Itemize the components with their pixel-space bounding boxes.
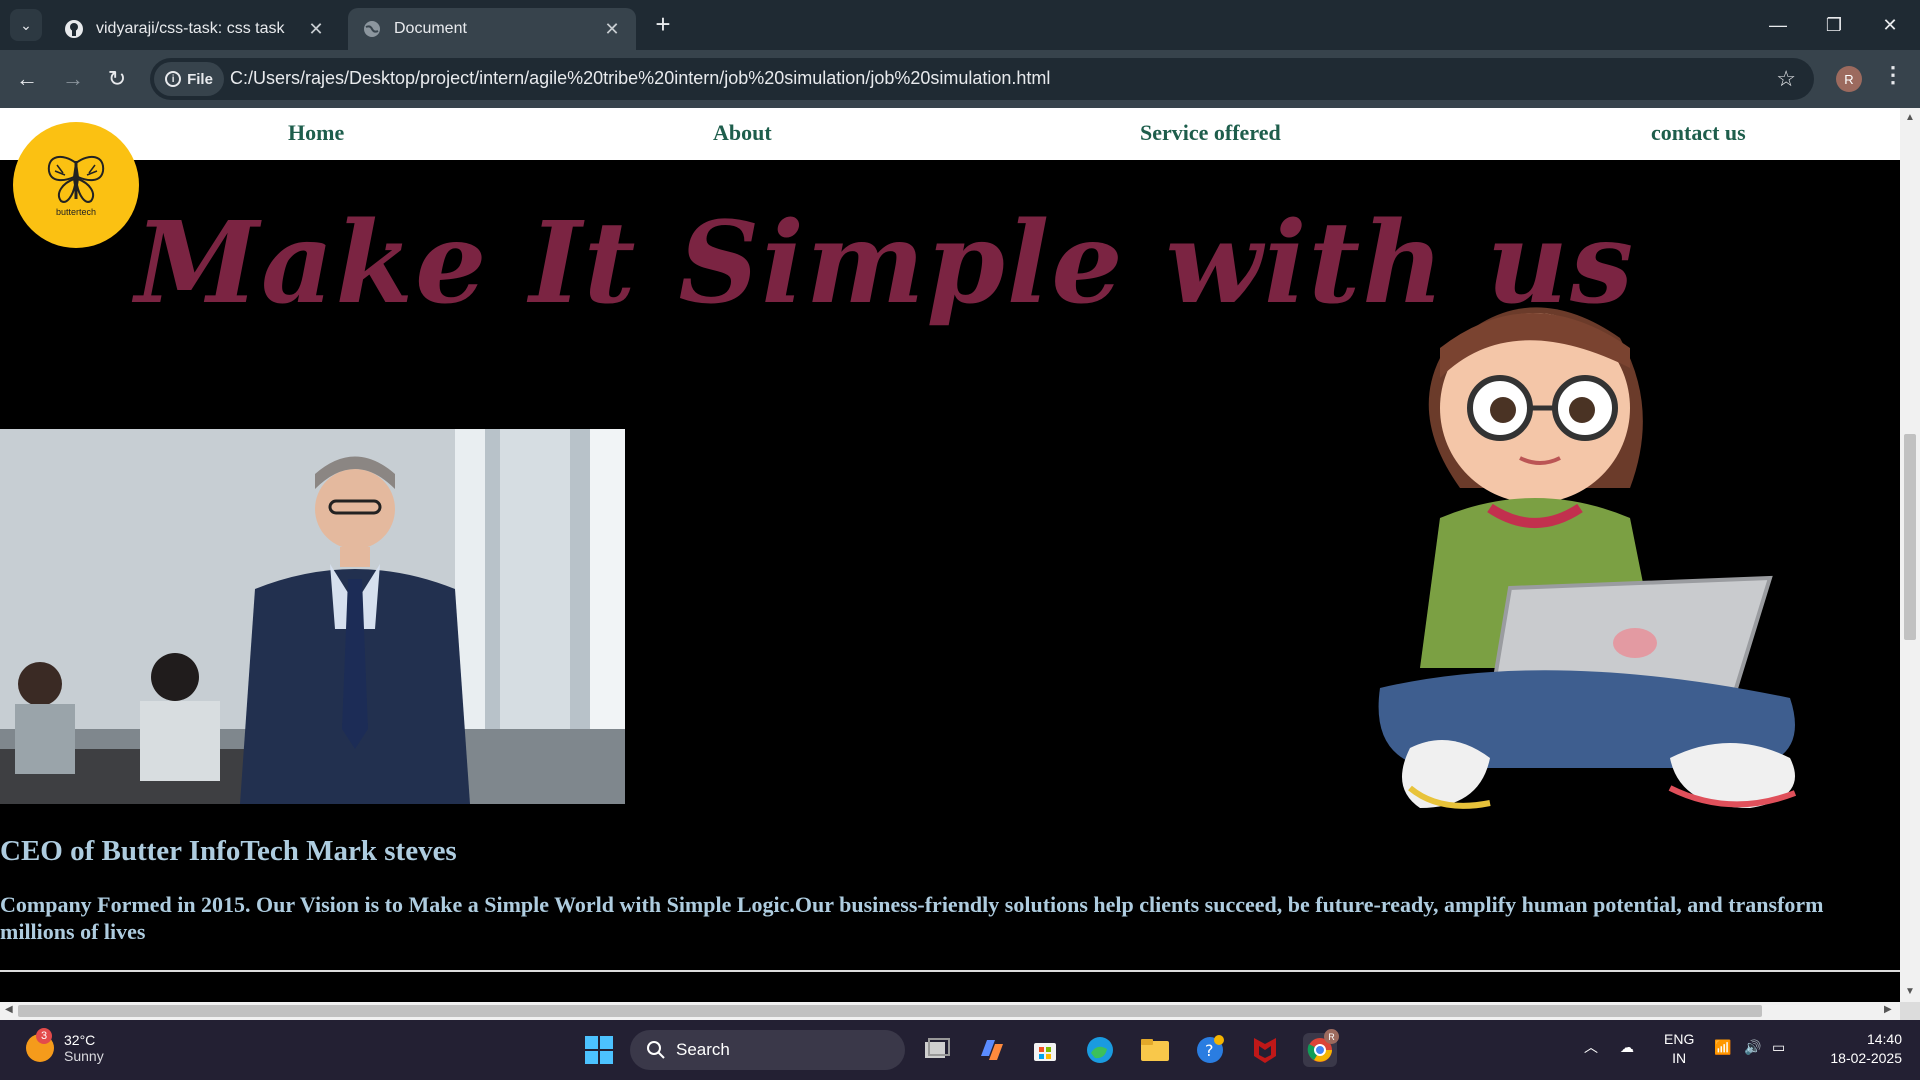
butterfly-logo: buttertech — [13, 122, 139, 248]
horizontal-scrollbar[interactable]: ◀ ▶ — [0, 1002, 1900, 1020]
vertical-scrollbar[interactable]: ▲ ▼ — [1900, 108, 1920, 1002]
vertical-scroll-thumb[interactable] — [1904, 434, 1916, 640]
windows-taskbar: 3 32°C Sunny Search ? R ︿ ☁ ENG IN 📶 🔊 ▭… — [0, 1020, 1920, 1080]
profile-avatar[interactable]: R — [1836, 66, 1862, 92]
nav-contact-link[interactable]: contact us — [1651, 120, 1746, 146]
language-indicator[interactable]: ENG IN — [1664, 1030, 1694, 1068]
chevron-up-icon[interactable]: ︿ — [1584, 1038, 1598, 1057]
edge-icon[interactable] — [1083, 1033, 1117, 1067]
nav-home-link[interactable]: Home — [288, 120, 344, 146]
tab-title: vidyaraji/css-task: css task — [96, 20, 285, 37]
wifi-icon[interactable]: 📶 — [1714, 1038, 1731, 1057]
site-navbar: Home About Service offered contact us — [0, 108, 1900, 160]
clock[interactable]: 14:40 18-02-2025 — [1816, 1030, 1902, 1068]
temperature: 32°C — [64, 1032, 96, 1048]
sun-icon: 3 — [26, 1028, 54, 1062]
taskbar-search[interactable]: Search — [630, 1030, 905, 1070]
svg-text:?: ? — [1205, 1041, 1214, 1060]
clock-time: 14:40 — [1866, 1031, 1902, 1047]
volume-icon[interactable]: 🔊 — [1744, 1038, 1761, 1057]
tab-document[interactable]: Document ✕ — [348, 8, 636, 50]
battery-icon[interactable]: ▭ — [1772, 1038, 1785, 1057]
clock-date: 18-02-2025 — [1830, 1050, 1902, 1066]
bookmark-star-icon[interactable]: ☆ — [1776, 66, 1796, 92]
copilot-icon[interactable] — [974, 1033, 1008, 1067]
close-window-icon[interactable]: ✕ — [1862, 0, 1918, 50]
nav-service-link[interactable]: Service offered — [1140, 120, 1281, 146]
logo-text: buttertech — [55, 207, 97, 217]
info-icon: i — [165, 71, 182, 87]
search-icon — [647, 1041, 665, 1059]
tab-github[interactable]: vidyaraji/css-task: css task ✕ — [50, 8, 340, 50]
file-explorer-icon[interactable] — [1138, 1033, 1172, 1067]
task-view-icon[interactable] — [920, 1033, 954, 1067]
browser-toolbar: ← → ↻ i File C:/Users/rajes/Desktop/proj… — [0, 50, 1920, 108]
butterfly-icon — [47, 155, 105, 203]
tab-title: Document — [394, 20, 467, 37]
new-tab-button[interactable]: + — [648, 10, 678, 40]
address-bar[interactable]: i File C:/Users/rajes/Desktop/project/in… — [150, 58, 1814, 100]
nav-about-link[interactable]: About — [713, 120, 772, 146]
browser-tab-bar: ⌄ vidyaraji/css-task: css task ✕ Documen… — [0, 0, 1920, 50]
chrome-icon[interactable]: R — [1303, 1029, 1339, 1067]
scroll-up-arrow-icon[interactable]: ▲ — [1905, 112, 1915, 123]
reload-icon[interactable]: ↻ — [100, 62, 134, 96]
language-code: ENG — [1664, 1031, 1695, 1047]
girl-laptop-illustration — [1370, 288, 1830, 828]
horizontal-rule — [0, 970, 1900, 972]
windows-start-icon[interactable] — [582, 1033, 616, 1067]
back-icon[interactable]: ← — [10, 62, 44, 96]
site-info-chip[interactable]: i File — [154, 62, 224, 96]
scroll-down-arrow-icon[interactable]: ▼ — [1905, 986, 1915, 997]
horizontal-scroll-thumb[interactable] — [18, 1005, 1762, 1017]
search-label: Search — [676, 1040, 730, 1059]
get-help-icon[interactable]: ? — [1193, 1033, 1227, 1067]
scrollbar-corner — [1900, 1002, 1920, 1020]
site-info-label: File — [187, 70, 213, 88]
weather-condition: Sunny — [64, 1048, 104, 1064]
ceo-heading: CEO of Butter InfoTech Mark steves — [0, 835, 457, 867]
url-text[interactable]: C:/Users/rajes/Desktop/project/intern/ag… — [230, 68, 1050, 89]
onedrive-cloud-icon[interactable]: ☁ — [1620, 1038, 1634, 1057]
tab-search-button[interactable]: ⌄ — [10, 9, 42, 41]
restore-icon[interactable]: ❐ — [1806, 0, 1862, 50]
scroll-left-arrow-icon[interactable]: ◀ — [5, 1004, 13, 1015]
close-icon[interactable]: ✕ — [306, 19, 326, 39]
notification-badge: 3 — [36, 1028, 52, 1044]
scroll-right-arrow-icon[interactable]: ▶ — [1884, 1004, 1892, 1015]
menu-kebab-icon[interactable]: ⋮ — [1882, 62, 1904, 88]
minimize-icon[interactable]: — — [1750, 0, 1806, 50]
page-viewport: Home About Service offered contact us bu… — [0, 108, 1900, 1002]
github-icon — [64, 19, 84, 39]
mcafee-icon[interactable] — [1248, 1033, 1282, 1067]
ceo-photo — [0, 429, 625, 804]
region-code: IN — [1672, 1050, 1687, 1066]
microsoft-store-icon[interactable] — [1028, 1033, 1062, 1067]
forward-icon[interactable]: → — [56, 62, 90, 96]
about-paragraph: Company Formed in 2015. Our Vision is to… — [0, 892, 1824, 944]
close-icon[interactable]: ✕ — [602, 19, 622, 39]
globe-icon — [362, 19, 382, 39]
weather-widget[interactable]: 3 32°C Sunny — [26, 1028, 104, 1064]
chrome-profile-badge: R — [1324, 1029, 1339, 1044]
